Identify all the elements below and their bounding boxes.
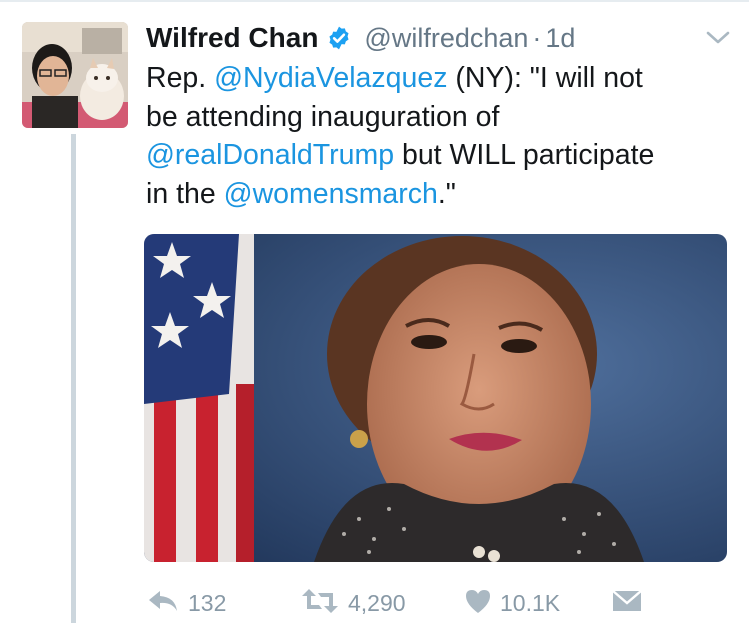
reply-count: 132 [188,589,227,616]
portrait-image [144,234,727,562]
text-fragment: in the [146,177,224,210]
tweet-text-line: in the @womensmarch." [146,175,736,214]
flag-graphic [144,234,254,562]
tweet-text: Rep. @NydiaVelazquez (NY): "I will not b… [146,59,736,213]
tweet-text-line: Rep. @NydiaVelazquez (NY): "I will not [146,59,736,98]
text-fragment: but WILL participate [394,139,655,171]
chevron-down-icon[interactable] [705,28,731,48]
tweet-actions: 132 4,290 10.1K [146,583,746,623]
display-name[interactable]: Wilfred Chan [146,22,318,54]
retweet-count: 4,290 [348,589,406,616]
separator-dot: · [532,22,542,53]
tweet-photo[interactable] [144,234,727,562]
like-button[interactable]: 10.1K [464,583,560,623]
text-fragment: (NY): "I will not [447,62,643,94]
direct-message-icon [612,589,642,618]
like-count: 10.1K [500,589,561,616]
reply-button[interactable]: 132 [146,583,226,623]
tweet-text-line: @realDonaldTrump but WILL participate [146,136,736,175]
tweet-header: Wilfred Chan @wilfredchan · 1d [146,20,575,56]
thread-line [71,134,76,623]
mention-link[interactable]: @womensmarch [224,178,438,210]
verified-badge-icon [326,25,352,51]
text-fragment: Rep. [146,62,215,94]
retweet-button[interactable]: 4,290 [300,583,406,623]
author-handle[interactable]: @wilfredchan [364,23,528,54]
timestamp[interactable]: 1d [545,23,575,54]
reply-icon [146,587,180,620]
text-fragment: ." [437,177,456,210]
top-divider [0,0,749,2]
retweet-icon [300,587,340,620]
mention-link[interactable]: @realDonaldTrump [146,139,394,171]
mention-link[interactable]: @NydiaVelazquez [214,62,447,94]
text-fragment: be attending inauguration of [146,100,500,133]
tweet-text-line: be attending inauguration of [146,98,736,137]
avatar[interactable] [22,22,128,128]
avatar-photo [22,22,128,128]
direct-message-button[interactable] [612,583,642,623]
heart-icon [464,588,492,619]
